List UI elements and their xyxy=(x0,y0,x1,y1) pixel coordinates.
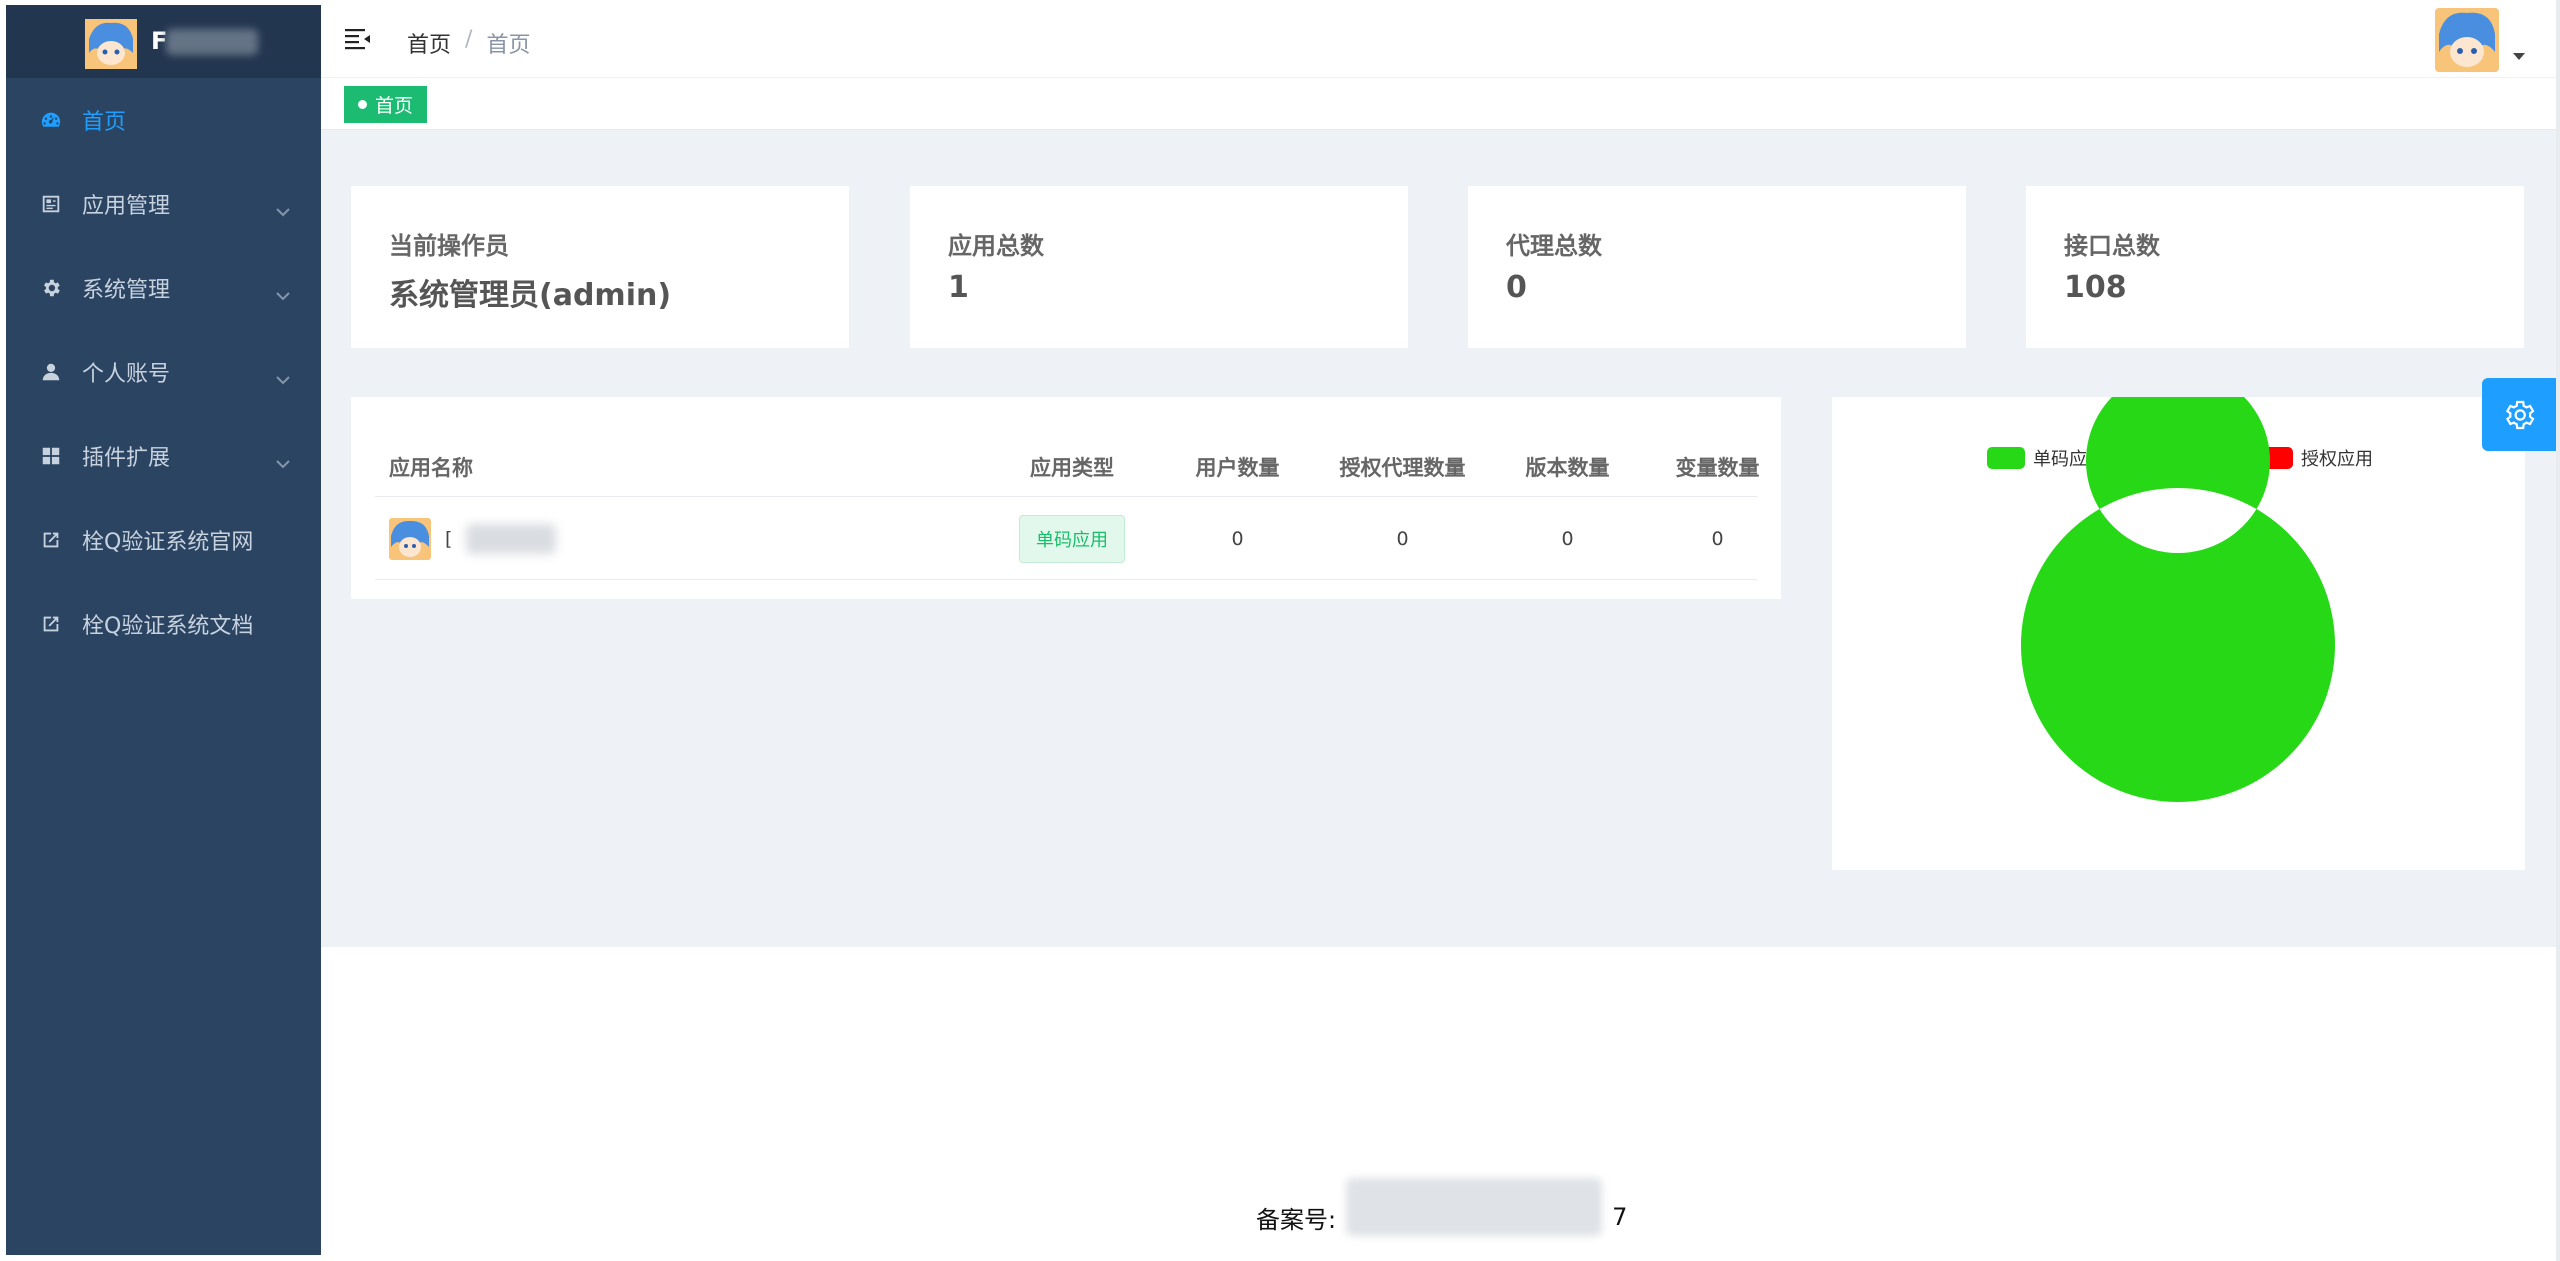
stat-card-api-total: 接口总数 108 xyxy=(2026,186,2524,348)
table-row[interactable]: [ 单码应用 0 0 0 0 xyxy=(375,498,1757,580)
sidebar-logo[interactable]: F xyxy=(6,5,321,78)
external-link-icon xyxy=(36,609,66,639)
icp-record: 备案号: 7 xyxy=(1256,1178,1628,1236)
users-cell: 0 xyxy=(1231,527,1244,550)
agents-cell: 0 xyxy=(1396,527,1409,550)
stat-value: 系统管理员(admin) xyxy=(389,278,672,313)
tab-label: 首页 xyxy=(375,95,414,117)
sidebar: F 首页 应用管理 系统管理 个人账号 插件扩展 栓Q验证系统官网 栓Q验证系统… xyxy=(6,5,321,1255)
sidebar-item-docs[interactable]: 栓Q验证系统文档 xyxy=(6,582,321,666)
tab-bar: 首页 xyxy=(321,78,2556,130)
stat-card-app-total: 应用总数 1 xyxy=(910,186,1408,348)
chevron-down-icon xyxy=(276,366,290,385)
sidebar-item-label: 系统管理 xyxy=(82,278,171,303)
versions-cell: 0 xyxy=(1561,527,1574,550)
menu-toggle-icon[interactable] xyxy=(345,28,371,50)
logo-name-redacted xyxy=(166,29,258,55)
theme-settings-button[interactable] xyxy=(2482,378,2556,451)
gear-icon xyxy=(36,273,66,303)
stat-value: 108 xyxy=(2064,270,2127,305)
sidebar-item-app-management[interactable]: 应用管理 xyxy=(6,162,321,246)
app-type-cell: 单码应用 xyxy=(1000,498,1144,579)
stat-value: 0 xyxy=(1506,270,1527,305)
sidebar-item-home[interactable]: 首页 xyxy=(6,78,321,162)
column-header: 应用名称 xyxy=(389,455,473,480)
chevron-down-icon xyxy=(276,198,290,217)
app-table-card: 应用名称 应用类型 用户数量 授权代理数量 版本数量 变量数量 [单码应用 0… xyxy=(351,397,1781,599)
sidebar-item-label: 栓Q验证系统文档 xyxy=(82,614,254,639)
app-icon xyxy=(36,189,66,219)
top-header: 首页 / 首页 xyxy=(321,0,2556,78)
stat-title: 应用总数 xyxy=(948,232,1044,260)
active-dot-icon xyxy=(358,100,367,109)
app-type-badge: 单码应用 xyxy=(1019,514,1125,563)
logo-text: F xyxy=(151,27,168,55)
column-header: 版本数量 xyxy=(1525,455,1610,480)
main-content: 当前操作员 系统管理员(admin) 应用总数 1 代理总数 0 接口总数 10… xyxy=(321,130,2556,947)
sidebar-item-system-management[interactable]: 系统管理 xyxy=(6,246,321,330)
caret-down-icon[interactable] xyxy=(2513,53,2525,60)
app-avatar xyxy=(389,517,431,560)
stat-card-agent-total: 代理总数 0 xyxy=(1468,186,1966,348)
sidebar-item-plugins[interactable]: 插件扩展 xyxy=(6,414,321,498)
external-link-icon xyxy=(36,525,66,555)
tab-home[interactable]: 首页 xyxy=(344,86,428,123)
sidebar-item-official-site[interactable]: 栓Q验证系统官网 xyxy=(6,498,321,582)
user-avatar[interactable] xyxy=(2435,8,2499,72)
sidebar-item-label: 应用管理 xyxy=(82,194,171,219)
dashboard-icon xyxy=(36,105,66,135)
stat-title: 当前操作员 xyxy=(389,232,509,260)
sidebar-item-label: 插件扩展 xyxy=(82,446,171,471)
sidebar-item-label: 首页 xyxy=(82,110,127,135)
icp-number-redacted xyxy=(1346,1178,1603,1236)
breadcrumb-separator: / xyxy=(465,27,473,52)
variables-cell: 0 xyxy=(1711,527,1724,550)
sidebar-item-label: 个人账号 xyxy=(82,362,171,387)
column-header: 应用类型 xyxy=(1030,455,1114,480)
column-header: 变量数量 xyxy=(1675,455,1760,480)
donut-chart xyxy=(2021,397,2335,802)
chevron-down-icon xyxy=(276,450,290,469)
app-name-cell: [ xyxy=(389,498,557,579)
app-window: F 首页 应用管理 系统管理 个人账号 插件扩展 栓Q验证系统官网 栓Q验证系统… xyxy=(0,0,2560,1261)
footer: 备案号: 7 xyxy=(321,1160,2556,1260)
breadcrumb-current: 首页 xyxy=(486,33,531,58)
user-icon xyxy=(36,357,66,387)
sidebar-item-personal-account[interactable]: 个人账号 xyxy=(6,330,321,414)
stat-title: 代理总数 xyxy=(1506,232,1602,260)
window-edge xyxy=(2556,0,2560,1261)
app-type-chart-card: 单码应用会员应用授权应用 xyxy=(1832,397,2525,870)
grid-icon xyxy=(36,441,66,471)
app-name-prefix: [ xyxy=(445,527,453,550)
sidebar-menu: 首页 应用管理 系统管理 个人账号 插件扩展 栓Q验证系统官网 栓Q验证系统文档 xyxy=(6,78,321,666)
stat-value: 1 xyxy=(948,270,969,305)
stat-card-operator: 当前操作员 系统管理员(admin) xyxy=(351,186,849,348)
donut-slice[interactable] xyxy=(2021,397,2335,802)
breadcrumb: 首页 / 首页 xyxy=(407,27,530,59)
stat-title: 接口总数 xyxy=(2064,232,2160,260)
sidebar-item-label: 栓Q验证系统官网 xyxy=(82,530,254,555)
icp-suffix: 7 xyxy=(1612,1203,1628,1231)
logo-avatar xyxy=(85,19,137,69)
column-header: 授权代理数量 xyxy=(1339,455,1466,480)
chevron-down-icon xyxy=(276,282,290,301)
app-name-redacted xyxy=(466,523,557,554)
icp-label: 备案号: xyxy=(1256,1205,1337,1234)
table-header: 应用名称 应用类型 用户数量 授权代理数量 版本数量 变量数量 xyxy=(375,437,1760,497)
breadcrumb-home[interactable]: 首页 xyxy=(407,27,451,59)
gear-icon xyxy=(2505,400,2535,429)
column-header: 用户数量 xyxy=(1195,455,1280,480)
